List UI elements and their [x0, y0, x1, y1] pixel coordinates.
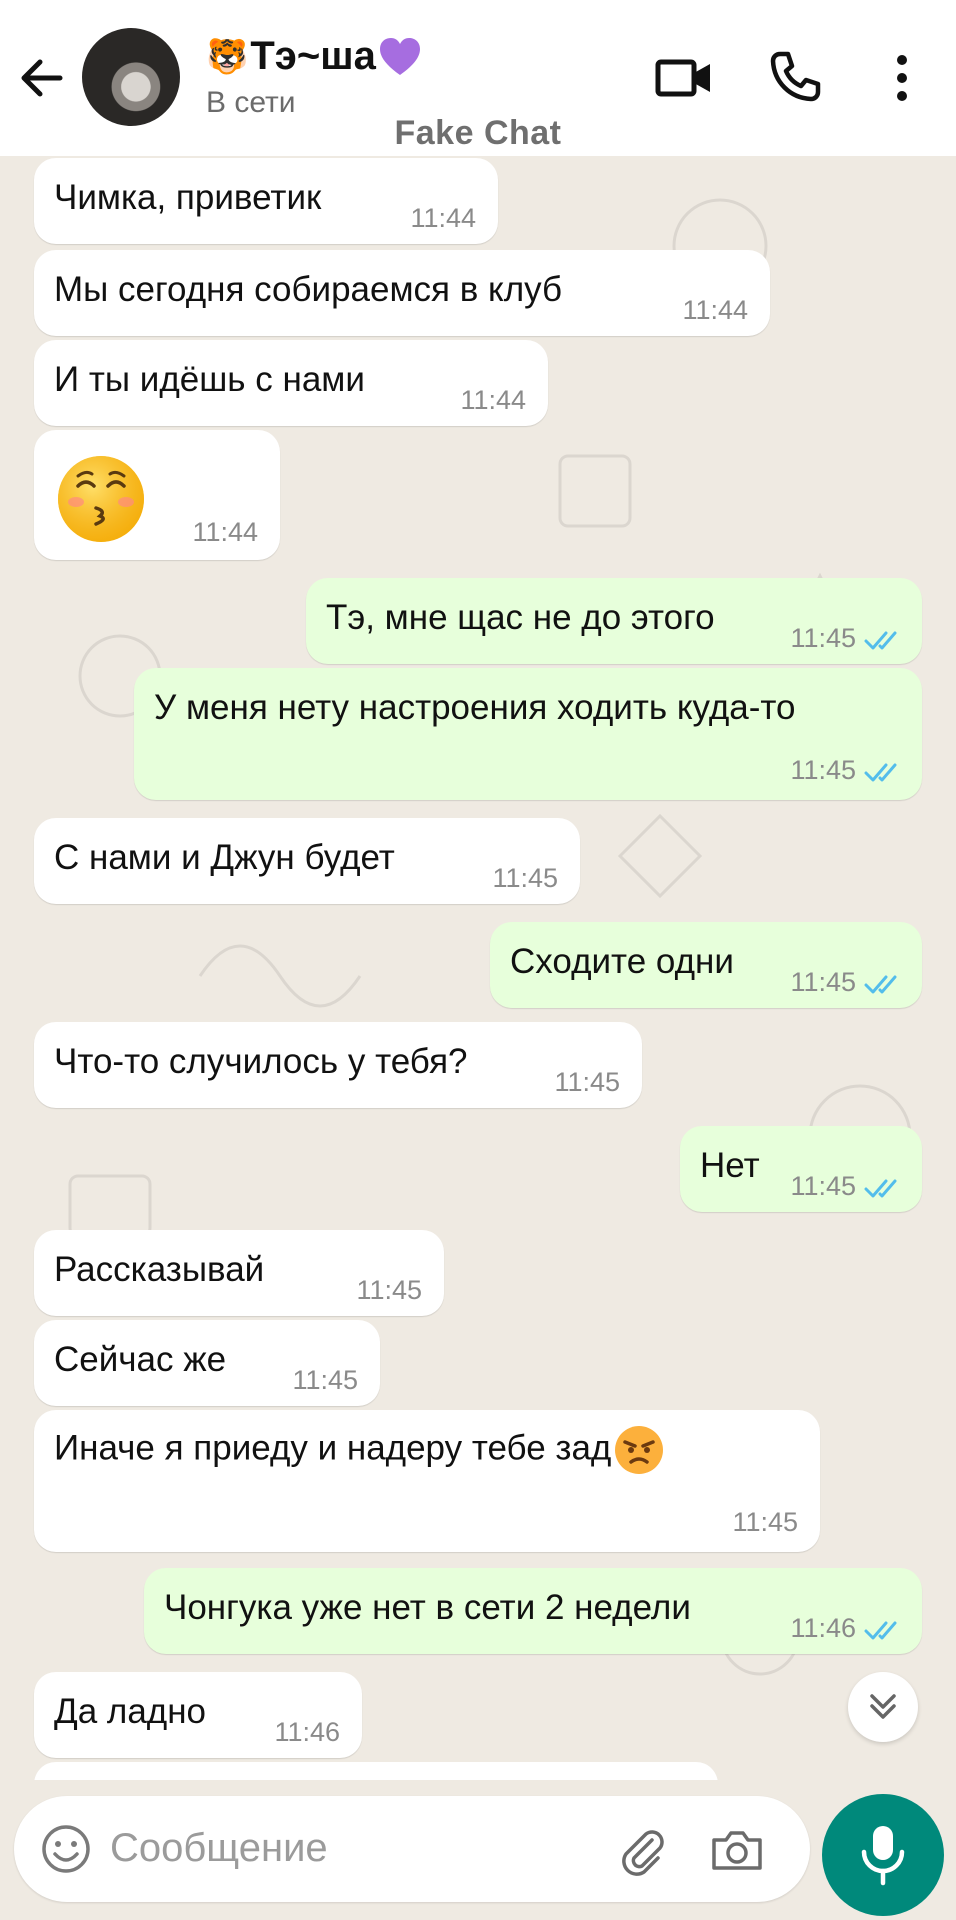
message-time: 11:44: [682, 295, 748, 325]
emoji-button[interactable]: [40, 1823, 92, 1875]
emoji-icon: [42, 1825, 90, 1873]
message-input[interactable]: Сообщение: [110, 1826, 328, 1871]
double-check-icon: [864, 975, 897, 994]
message-text: Нет: [700, 1146, 760, 1185]
incoming-message[interactable]: Рассказывай 11:45: [34, 1230, 444, 1316]
outgoing-message[interactable]: Чонгука уже нет в сети 2 недели 11:46: [144, 1568, 922, 1654]
phone-icon: [770, 51, 821, 102]
message-time: 11:44: [410, 203, 476, 233]
message-time: 11:45: [554, 1067, 620, 1097]
avatar[interactable]: [82, 28, 180, 126]
message-time: 11:45: [790, 967, 856, 997]
more-options-button[interactable]: [870, 46, 934, 110]
video-call-button[interactable]: [652, 46, 716, 110]
message-text: С нами и Джун будет: [54, 838, 395, 877]
double-check-icon: [864, 1621, 897, 1640]
chat-header: 🐯 Тэ~ша В сети Fake Chat: [0, 0, 956, 156]
double-check-icon: [864, 631, 897, 650]
scroll-to-bottom-button[interactable]: [848, 1672, 918, 1742]
message-text: Чонгука уже нет в сети 2 недели: [164, 1588, 691, 1627]
incoming-emoji-message[interactable]: 11:44: [34, 430, 280, 560]
outgoing-message[interactable]: Нет 11:45: [680, 1126, 922, 1212]
incoming-message[interactable]: Чимка, приветик 11:44: [34, 158, 498, 244]
angry-face-icon: [615, 1426, 664, 1474]
message-time: 11:46: [274, 1717, 340, 1747]
paperclip-icon: [622, 1830, 664, 1876]
message-text: Тэ, мне щас не до этого: [326, 598, 715, 637]
incoming-message[interactable]: С нами и Джун будет 11:45: [34, 818, 580, 904]
message-text: Иначе я приеду и надеру тебе зад: [54, 1424, 665, 1476]
purple-heart-icon: [379, 37, 420, 75]
contact-name-text: Тэ~ша: [250, 34, 376, 78]
arrow-left-icon: [21, 59, 63, 97]
message-text: Да ладно: [54, 1692, 206, 1731]
message-text: У меня нету настроения ходить куда-то: [154, 688, 796, 727]
incoming-message[interactable]: Иначе я приеду и надеру тебе зад 11:45: [34, 1410, 820, 1552]
message-text: Чимка, приветик: [54, 178, 322, 217]
fake-chat-watermark: Fake Chat: [394, 114, 562, 152]
microphone-icon: [861, 1826, 905, 1886]
message-text-body: Иначе я приеду и надеру тебе зад: [54, 1428, 612, 1468]
message-time: 11:45: [732, 1507, 798, 1537]
message-time: 11:45: [356, 1275, 422, 1305]
contact-name[interactable]: 🐯 Тэ~ша: [206, 34, 422, 79]
outgoing-message[interactable]: Тэ, мне щас не до этого 11:45: [306, 578, 922, 664]
message-text: Сейчас же: [54, 1340, 227, 1379]
tiger-face-icon: 🐯: [206, 37, 249, 76]
message-list[interactable]: Чимка, приветик 11:44 Мы сегодня собирае…: [0, 156, 956, 1780]
incoming-message[interactable]: Да ладно 11:46: [34, 1672, 362, 1758]
message-time: 11:45: [790, 1171, 856, 1201]
incoming-message[interactable]: Что-то случилось у тебя? 11:45: [34, 1022, 642, 1108]
message-time: 11:45: [790, 623, 856, 653]
message-time: 11:44: [192, 517, 258, 547]
chevrons-down-icon: [870, 1694, 896, 1719]
message-text: И ты идёшь с нами: [54, 360, 365, 399]
double-check-icon: [864, 1179, 897, 1198]
camera-icon: [712, 1831, 762, 1870]
message-time: 11:45: [790, 755, 856, 785]
incoming-message[interactable]: Сейчас же 11:45: [34, 1320, 380, 1406]
message-time: 11:44: [460, 385, 526, 415]
outgoing-message[interactable]: У меня нету настроения ходить куда-то 11…: [134, 668, 922, 800]
incoming-message[interactable]: Мы сегодня собираемся в клуб 11:44: [34, 250, 770, 336]
more-vertical-icon: [897, 55, 907, 101]
incoming-message[interactable]: [34, 1762, 718, 1780]
voice-call-button[interactable]: [762, 46, 826, 110]
camera-button[interactable]: [708, 1822, 766, 1878]
message-text: Мы сегодня собираемся в клуб: [54, 270, 563, 309]
voice-message-button[interactable]: [822, 1794, 944, 1916]
outgoing-message[interactable]: Сходите одни 11:45: [490, 922, 922, 1008]
kissing-face-with-closed-eyes-icon: [58, 456, 144, 542]
back-button[interactable]: [14, 50, 70, 106]
attach-button[interactable]: [614, 1822, 670, 1878]
incoming-message[interactable]: И ты идёшь с нами 11:44: [34, 340, 548, 426]
video-camera-icon: [655, 59, 710, 97]
message-text: Что-то случилось у тебя?: [54, 1042, 468, 1081]
message-text: Рассказывай: [54, 1250, 265, 1289]
double-check-icon: [864, 763, 897, 782]
message-time: 11:45: [292, 1365, 358, 1395]
message-time: 11:46: [790, 1613, 856, 1643]
message-composer: Сообщение: [14, 1796, 810, 1902]
message-time: 11:45: [492, 863, 558, 893]
message-text: Сходите одни: [510, 942, 734, 981]
